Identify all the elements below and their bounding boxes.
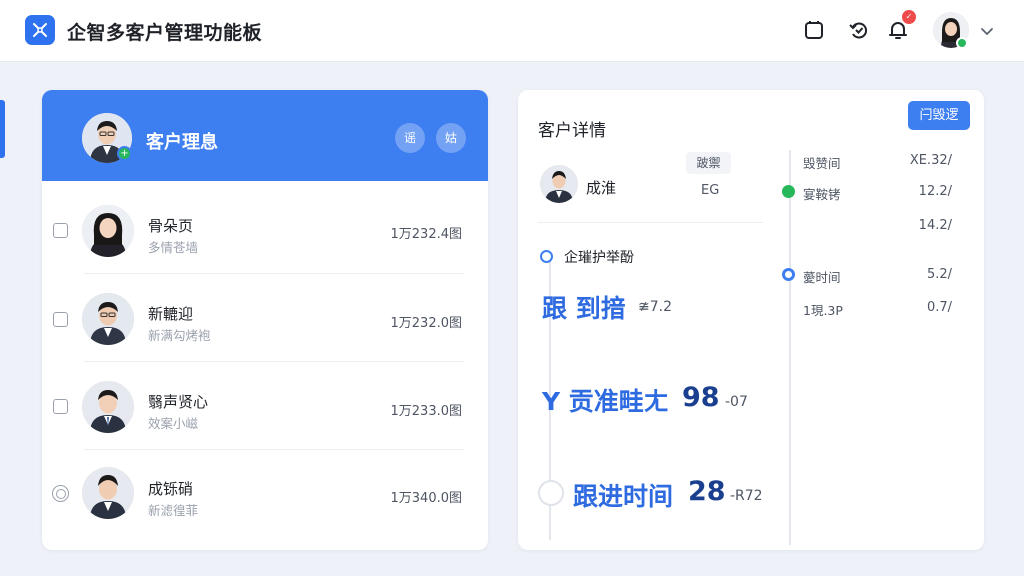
row-checkbox[interactable] (53, 399, 68, 414)
timeline-dot-green (782, 185, 795, 198)
detail-title: 客户详情 (538, 121, 606, 141)
timeline-node-icon (540, 250, 553, 263)
customer-list-panel: + 客户理息 谣 姑 骨朵页 多情苍墙 1万232.4图 新轆迎 新满勾烤袍 1… (42, 90, 488, 550)
customer-amount: 1万340.0图 (390, 491, 463, 506)
followup-section-title: 企璀护举酚 (564, 250, 634, 266)
customer-subtitle: 多情苍墙 (148, 240, 199, 255)
timeline-value: 14.2/ (918, 218, 952, 233)
side-nav-indicator[interactable] (0, 100, 5, 158)
activity-timeline-line (789, 150, 791, 545)
timeline-value: 5.2/ (926, 267, 952, 282)
row-divider (84, 449, 464, 450)
timeline-label: 毁赞间 (803, 156, 841, 171)
detail-divider (538, 222, 763, 223)
timeline-value: XE.32/ (909, 153, 952, 168)
followup-suffix: ≇7.2 (638, 299, 672, 315)
customer-name[interactable]: 骨朵页 (148, 215, 193, 236)
customer-avatar (82, 467, 134, 519)
followup-suffix: -R72 (730, 488, 763, 504)
detail-action-button[interactable]: 闩毁逻 (908, 101, 970, 130)
followup-value: 98 (682, 382, 720, 413)
customer-amount: 1万233.0图 (390, 404, 463, 419)
customer-list-header: + 客户理息 谣 姑 (42, 90, 488, 181)
customer-name[interactable]: 翳声贤心 (148, 391, 208, 412)
contact-name: 成淮 (586, 179, 617, 197)
timeline-label: 1現.3P (803, 303, 843, 318)
header-action-button-1[interactable]: 谣 (395, 123, 425, 153)
timeline-label: 薆时间 (803, 270, 841, 285)
app-title: 企智多客户管理功能板 (67, 22, 263, 44)
followup-label: 跟 到揞 (542, 294, 626, 323)
customer-list-title: 客户理息 (146, 132, 218, 153)
row-divider (84, 361, 464, 362)
header-action-button-2[interactable]: 姑 (436, 123, 466, 153)
row-radio[interactable] (52, 485, 69, 502)
customer-subtitle: 效案小嵫 (148, 416, 199, 431)
notification-badge: ✓ (902, 10, 916, 24)
top-bar: 企智多客户管理功能板 ✓ (0, 0, 1024, 62)
add-badge-icon: + (117, 146, 132, 161)
customer-detail-panel: 客户详情 闩毁逻 成淮 跛禦 EG 企璀护举酚 跟 到揞 ≇7.2 Y 贡准畦ㄤ… (518, 90, 984, 550)
contact-avatar (540, 165, 578, 203)
square-icon[interactable] (803, 19, 825, 41)
contact-code: EG (701, 183, 720, 198)
refresh-check-icon[interactable] (848, 19, 870, 41)
customer-subtitle: 新滤徨菲 (148, 503, 199, 518)
timeline-value: 12.2/ (918, 184, 952, 199)
row-divider (84, 273, 464, 274)
customer-amount: 1万232.0图 (390, 316, 463, 331)
customer-name[interactable]: 成铄硝 (148, 478, 193, 499)
timeline-value: 0.7/ (926, 300, 952, 315)
followup-label: Y 贡准畦ㄤ (542, 387, 669, 416)
customer-name[interactable]: 新轆迎 (148, 303, 193, 324)
customer-avatar (82, 293, 134, 345)
customer-avatar (82, 381, 134, 433)
chevron-down-icon[interactable] (980, 23, 994, 42)
customer-avatar (82, 205, 134, 257)
followup-label: 跟进时间 (573, 482, 674, 511)
online-status-dot (956, 37, 968, 49)
timeline-end-node (538, 480, 564, 506)
timeline-label: 宴鞍铐 (803, 187, 841, 202)
row-checkbox[interactable] (53, 312, 68, 327)
contact-tag: 跛禦 (686, 152, 731, 174)
customer-amount: 1万232.4图 (390, 227, 463, 242)
followup-value: 28 (688, 476, 726, 507)
app-logo-icon[interactable] (25, 15, 55, 45)
row-checkbox[interactable] (53, 223, 68, 238)
timeline-dot-blue (782, 268, 795, 281)
customer-subtitle: 新满勾烤袍 (148, 328, 211, 343)
followup-suffix: -07 (725, 394, 748, 410)
